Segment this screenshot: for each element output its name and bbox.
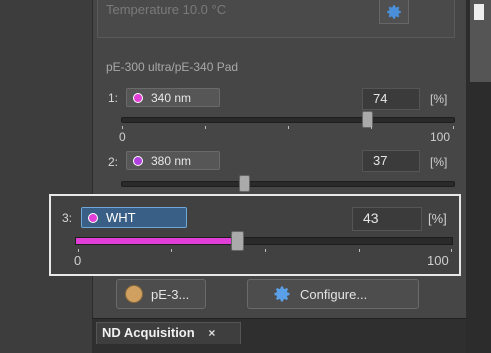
channel-2-button[interactable]: 380 nm [126, 151, 220, 170]
channel-3-slider-thumb[interactable] [231, 231, 245, 251]
tick [171, 249, 172, 252]
device-button[interactable]: pE-3... [116, 279, 206, 309]
channel-3-scale-max: 100 [427, 253, 449, 268]
channel-1-scale-max: 100 [430, 130, 451, 144]
configure-button-label: Configure... [300, 286, 368, 302]
device-status-icon [125, 285, 143, 303]
temperature-readout: Temperature 10.0 °C [106, 2, 227, 17]
channel-3-unit: [%] [428, 211, 447, 226]
channel-3-scale-min: 0 [74, 253, 82, 268]
gear-icon [387, 4, 401, 19]
channel-1-value-field[interactable]: 74 [362, 88, 420, 110]
tick [205, 126, 206, 129]
channel-2-index: 2: [108, 155, 119, 169]
tick [122, 126, 123, 129]
channel-2-value-field[interactable]: 37 [362, 150, 420, 172]
tick [78, 249, 79, 252]
temperature-settings-button[interactable] [379, 0, 409, 24]
channel-1-slider-track[interactable] [121, 117, 455, 123]
channel-1-label: 340 nm [151, 90, 192, 105]
channel-3-color-dot [88, 212, 98, 223]
channel-3-index: 3: [62, 211, 73, 225]
channel-1-color-dot [133, 92, 143, 103]
channel-1-scale-min: 0 [119, 130, 126, 144]
left-dark-strip [0, 0, 92, 353]
channel-3-value-field[interactable]: 43 [352, 207, 422, 231]
channel-2-unit: [%] [430, 155, 448, 169]
device-button-label: pE-3... [151, 286, 190, 302]
tick [453, 126, 454, 129]
tick [265, 249, 266, 252]
channel-1-unit: [%] [430, 92, 448, 106]
channel-2-label: 380 nm [151, 153, 192, 168]
channel-2-slider-track[interactable] [121, 181, 455, 187]
right-top-widget [470, 0, 491, 82]
channel-3-button[interactable]: WHT [81, 207, 187, 228]
tab-label: ND Acquisition [102, 325, 195, 340]
tab-nd-acquisition[interactable]: ND Acquisition × [96, 322, 241, 344]
close-icon[interactable]: × [208, 326, 215, 340]
channel-1-index: 1: [108, 91, 119, 105]
tick [451, 249, 452, 252]
tick [371, 126, 372, 129]
channel-3-label: WHT [106, 210, 136, 225]
tick [288, 126, 289, 129]
tick [359, 249, 360, 252]
section-title: pE-300 ultra/pE-340 Pad [106, 60, 239, 74]
configure-button[interactable]: Configure... [247, 279, 419, 309]
channel-1-button[interactable]: 340 nm [126, 88, 220, 107]
channel-2-color-dot [133, 155, 143, 166]
channel-2-slider-thumb[interactable] [239, 175, 251, 192]
gear-icon [274, 286, 290, 302]
channel-3-slider-fill [76, 238, 237, 244]
